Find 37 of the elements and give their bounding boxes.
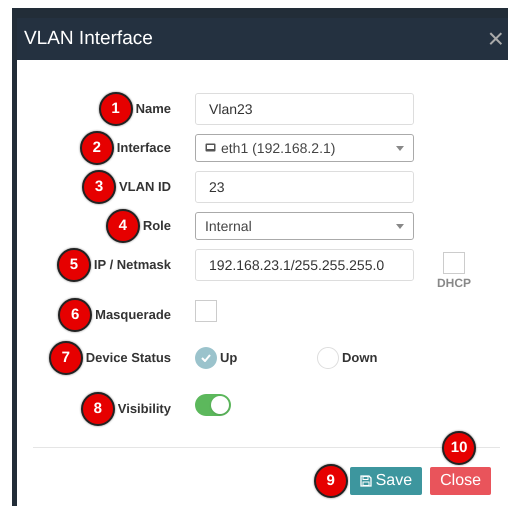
caret-icon — [396, 224, 404, 228]
field-label: Interface — [116, 139, 171, 158]
number-badge: 10 — [442, 431, 476, 465]
field-label: Visibility — [118, 400, 171, 418]
radio-label: Down — [342, 349, 378, 368]
field-label: IP / Netmask — [94, 256, 171, 274]
field-label: Role — [142, 217, 171, 236]
number-badge: 1 — [98, 92, 133, 126]
radio-button[interactable] — [195, 347, 217, 369]
checkbox[interactable] — [195, 300, 217, 322]
number-badge: 2 — [80, 131, 114, 165]
close-button[interactable]: Close — [430, 467, 491, 495]
window-title: VLAN Interface — [24, 26, 153, 51]
select-field[interactable]: Internal — [195, 212, 414, 240]
field-label: Device Status — [86, 349, 171, 368]
number-badge: 6 — [58, 298, 92, 332]
number-badge: 9 — [314, 464, 348, 498]
number-badge: 3 — [82, 170, 116, 204]
number-badge: 5 — [56, 248, 91, 282]
toggle-switch[interactable] — [195, 394, 231, 416]
field-label: Name — [136, 100, 171, 118]
check-icon — [201, 354, 211, 362]
select-field[interactable]: eth1 (192.168.2.1) — [195, 134, 414, 162]
number-badge: 4 — [106, 209, 140, 243]
checkbox[interactable] — [443, 252, 465, 274]
caret-icon — [396, 146, 404, 150]
checkbox-label: DHCP — [437, 275, 472, 292]
number-badge: 8 — [80, 392, 115, 426]
text-field[interactable]: 23 — [195, 171, 414, 203]
text-field[interactable]: Vlan23 — [195, 93, 414, 125]
radio-label: Up — [220, 349, 238, 368]
number-badge: 7 — [48, 341, 83, 375]
text-field[interactable]: 192.168.23.1/255.255.255.0 — [195, 249, 414, 281]
close-button[interactable]: × — [488, 25, 504, 53]
radio-button[interactable] — [317, 347, 339, 369]
field-label: Masquerade — [95, 306, 171, 324]
field-label: VLAN ID — [119, 178, 171, 196]
